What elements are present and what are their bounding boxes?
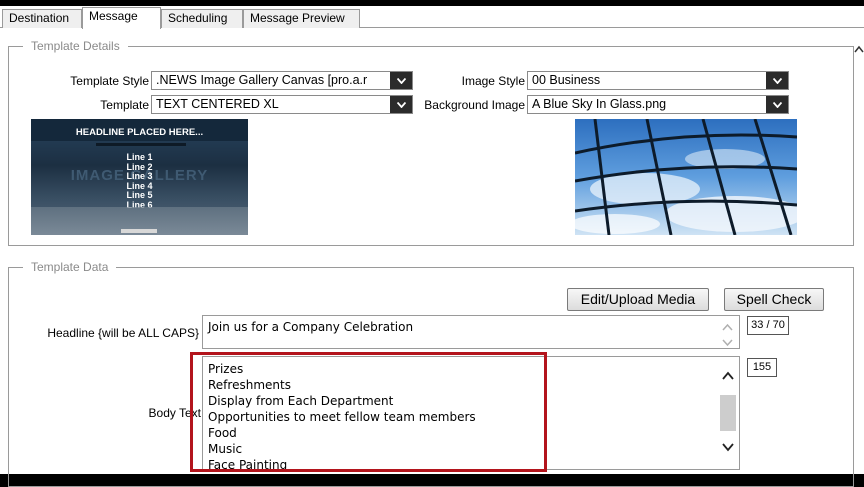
- window: Destination Message Scheduling Message P…: [0, 6, 864, 487]
- headline-label: Headline {will be ALL CAPS}: [47, 326, 199, 340]
- body-character-counter: 155: [747, 358, 777, 377]
- chevron-down-icon[interactable]: [766, 96, 788, 113]
- background-image-thumbnail: [575, 119, 797, 235]
- scroll-up-icon[interactable]: [722, 320, 733, 334]
- template-style-value: .NEWS Image Gallery Canvas [pro.a.r: [156, 73, 368, 87]
- template-preview-thumbnail: HEADLINE PLACED HERE... IMAGE GALLERY Li…: [31, 119, 248, 235]
- scroll-down-icon[interactable]: [722, 441, 734, 455]
- template-style-select[interactable]: .NEWS Image Gallery Canvas [pro.a.r: [151, 71, 413, 90]
- tab-message-preview[interactable]: Message Preview: [243, 9, 360, 28]
- scroll-down-icon[interactable]: [722, 336, 733, 350]
- scroll-up-icon[interactable]: [722, 369, 734, 383]
- chevron-down-icon[interactable]: [390, 96, 412, 113]
- template-style-label: Template Style: [70, 74, 149, 88]
- template-select[interactable]: TEXT CENTERED XL: [151, 95, 413, 114]
- image-style-value: 00 Business: [532, 73, 601, 87]
- tab-message[interactable]: Message: [82, 7, 161, 29]
- chevron-up-icon[interactable]: [854, 42, 864, 62]
- chevron-down-icon[interactable]: [390, 72, 412, 89]
- image-style-label: Image Style: [461, 74, 525, 88]
- template-details-group: Template Details Template Style .NEWS Im…: [8, 39, 854, 246]
- edit-upload-media-button[interactable]: Edit/Upload Media: [567, 288, 709, 311]
- scrollbar-thumb[interactable]: [720, 395, 736, 431]
- tab-scheduling[interactable]: Scheduling: [161, 9, 243, 28]
- message-panel: Template Details Template Style .NEWS Im…: [6, 34, 864, 487]
- tab-destination[interactable]: Destination: [2, 9, 82, 28]
- template-label: Template: [100, 98, 149, 112]
- headline-input[interactable]: Join us for a Company Celebration: [202, 315, 740, 349]
- headline-value: Join us for a Company Celebration: [208, 320, 414, 334]
- chevron-down-icon[interactable]: [766, 72, 788, 89]
- background-image-value: A Blue Sky In Glass.png: [532, 97, 667, 111]
- background-image-select[interactable]: A Blue Sky In Glass.png: [527, 95, 789, 114]
- spell-check-button[interactable]: Spell Check: [724, 288, 824, 311]
- template-details-title: Template Details: [23, 39, 128, 53]
- background-image-label: Background Image: [424, 98, 525, 112]
- thumbnail-headline: HEADLINE PLACED HERE...: [75, 127, 204, 138]
- tab-bar: Destination Message Scheduling Message P…: [0, 6, 864, 29]
- highlight-box: [190, 352, 547, 472]
- body-text-label: Body Text: [148, 406, 201, 420]
- thumbnail-lines: Line 1 Line 2 Line 3 Line 4 Line 5 Line …: [31, 152, 248, 210]
- image-style-select[interactable]: 00 Business: [527, 71, 789, 90]
- template-value: TEXT CENTERED XL: [156, 97, 279, 111]
- headline-character-counter: 33 / 70: [747, 316, 789, 335]
- template-data-title: Template Data: [23, 260, 117, 274]
